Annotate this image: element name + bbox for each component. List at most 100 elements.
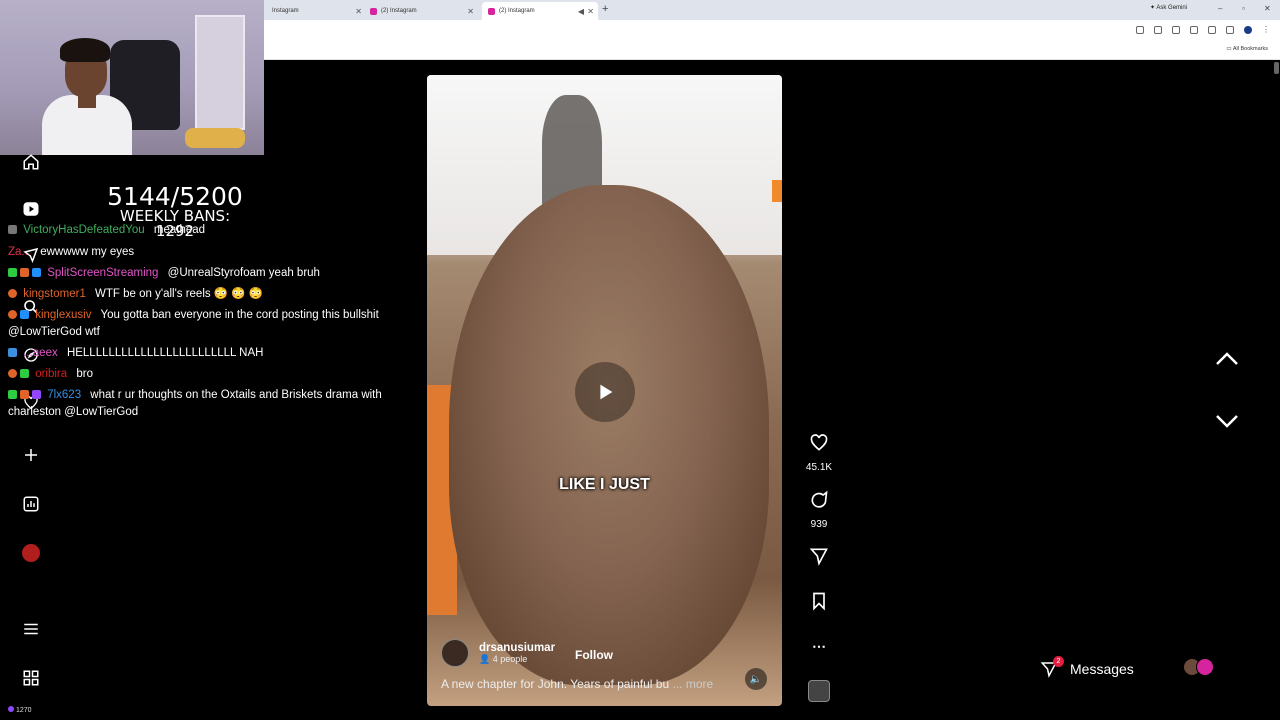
video-background-object	[772, 180, 782, 202]
stream-chat: VictoryHasDefeatedYou meathead Za... eww…	[6, 224, 401, 421]
downloads-icon[interactable]	[1208, 26, 1216, 34]
sidebar-icon[interactable]	[1226, 26, 1234, 34]
bookmark-star-icon[interactable]	[1172, 26, 1180, 34]
viewer-icon	[8, 706, 14, 712]
chat-badge-icon	[20, 390, 29, 399]
ask-gemini-button[interactable]: ✦ Ask Gemini	[1150, 4, 1187, 11]
create-plus-icon[interactable]	[22, 446, 40, 464]
chat-username: ...aeex	[23, 347, 58, 359]
chat-badge-icon	[8, 348, 17, 357]
messages-avatars[interactable]	[1183, 658, 1214, 676]
messages-label: Messages	[1070, 661, 1134, 677]
chat-message: VictoryHasDefeatedYou meathead	[6, 224, 401, 238]
chat-text: HELLLLLLLLLLLLLLLLLLLLLLLL NAH	[66, 347, 264, 359]
audio-thumbnail[interactable]	[808, 680, 830, 702]
close-tab-icon[interactable]: ✕	[355, 7, 362, 16]
all-bookmarks-label: All Bookmarks	[1232, 46, 1268, 52]
webcam-person-hair	[60, 38, 110, 62]
share-icon	[809, 548, 828, 566]
caption-text: A new chapter for John. Years of painful…	[441, 677, 670, 691]
chat-text: meathead	[153, 224, 206, 236]
chat-username: SplitScreenStreaming	[47, 267, 159, 279]
chat-username: oribira	[35, 368, 68, 380]
chat-badge-icon	[8, 310, 17, 319]
like-button[interactable]: 45.1K	[805, 433, 833, 473]
zoom-icon[interactable]	[1154, 26, 1162, 34]
viewer-count-value: 1270	[16, 707, 32, 714]
new-tab-button[interactable]: +	[602, 3, 608, 15]
next-reel-arrow-icon[interactable]	[1214, 412, 1240, 430]
chat-message: oribira bro	[6, 364, 401, 385]
chat-badge-icon	[8, 369, 17, 378]
reel-caption[interactable]: A new chapter for John. Years of painful…	[441, 677, 713, 691]
profile-avatar[interactable]	[1244, 26, 1252, 34]
chat-message: Za... ewwwww my eyes	[6, 242, 401, 263]
comment-button[interactable]: 939	[805, 490, 833, 530]
page-scrollbar[interactable]	[1274, 62, 1279, 74]
instagram-avatar-icon	[1196, 658, 1214, 676]
reel-author[interactable]: drsanusiumar 👤 4 people	[441, 639, 555, 667]
tab-title: Instagram	[272, 8, 299, 14]
save-button[interactable]	[805, 591, 833, 616]
author-collab-label: 4 people	[492, 653, 528, 664]
author-avatar[interactable]	[441, 639, 469, 667]
cast-icon[interactable]	[1136, 26, 1144, 34]
dashboard-icon[interactable]	[22, 495, 40, 513]
browser-tab-1[interactable]: Instagram ✕	[266, 2, 366, 20]
chat-badge-icon	[20, 310, 29, 319]
apps-grid-icon[interactable]	[22, 669, 40, 687]
messages-badge: 2	[1053, 656, 1064, 667]
tab-title: (2) Instagram	[499, 8, 535, 14]
chat-username: VictoryHasDefeatedYou	[23, 224, 145, 236]
browser-tab-2[interactable]: (2) Instagram ✕	[364, 2, 478, 20]
author-username[interactable]: drsanusiumar	[479, 642, 555, 654]
profile-avatar[interactable]	[22, 544, 40, 562]
more-options-icon[interactable]: ⋯	[805, 638, 833, 655]
share-button[interactable]	[805, 546, 833, 571]
play-button[interactable]	[575, 362, 635, 422]
follow-button[interactable]: Follow	[575, 648, 613, 662]
viewer-count: 1270	[8, 706, 32, 714]
instagram-favicon-icon	[370, 7, 377, 15]
webcam-background-door	[195, 15, 245, 130]
more-menu-icon[interactable]	[22, 620, 40, 638]
comment-count: 939	[810, 519, 828, 530]
reels-icon[interactable]	[22, 200, 40, 218]
chat-username: 7lx623	[47, 389, 82, 401]
speaker-icon[interactable]: 🔈	[745, 668, 767, 690]
chat-text: @UnrealStyrofoam yeah bruh	[167, 267, 320, 279]
ask-gemini-label: Ask Gemini	[1156, 5, 1188, 11]
chat-message: kinglexusiv You gotta ban everyone in th…	[6, 305, 401, 341]
chat-username: kinglexusiv	[35, 309, 92, 321]
video-subject	[449, 185, 769, 685]
heart-icon	[810, 434, 828, 451]
browser-tab-3-active[interactable]: (2) Instagram ◀ ✕	[482, 2, 598, 20]
webcam-object	[185, 128, 245, 148]
webcam-overlay	[0, 0, 264, 155]
chat-badge-icon	[32, 390, 41, 399]
comment-icon	[811, 490, 828, 508]
previous-reel-arrow-icon[interactable]	[1214, 350, 1240, 368]
all-bookmarks-button[interactable]: ▭ All Bookmarks	[1226, 46, 1268, 52]
close-window-icon[interactable]: ✕	[1264, 4, 1271, 13]
tab-title: (2) Instagram	[381, 8, 417, 14]
close-tab-icon[interactable]: ✕	[467, 7, 474, 16]
chat-username: kingstomer1	[23, 288, 86, 300]
chat-badge-icon	[8, 225, 17, 234]
like-count: 45.1K	[805, 462, 833, 473]
close-tab-icon[interactable]: ✕	[587, 7, 594, 16]
menu-dots-icon[interactable]: ⋮	[1262, 26, 1270, 34]
chat-badge-icon	[32, 268, 41, 277]
instagram-favicon-icon	[488, 7, 495, 15]
maximize-icon[interactable]: ▫	[1242, 4, 1245, 13]
audio-playing-icon[interactable]: ◀	[578, 7, 584, 16]
more-link[interactable]: ... more	[673, 677, 714, 691]
home-icon[interactable]	[22, 153, 40, 171]
minimize-icon[interactable]: –	[1218, 4, 1222, 13]
chat-message: SplitScreenStreaming @UnrealStyrofoam ye…	[6, 263, 401, 284]
bookmark-icon	[813, 592, 825, 611]
chat-text: bro	[76, 368, 93, 380]
extensions-icon[interactable]	[1190, 26, 1198, 34]
chat-message: 7lx623 what r ur thoughts on the Oxtails…	[6, 385, 401, 421]
toolbar-icons: ⋮	[1136, 26, 1270, 34]
